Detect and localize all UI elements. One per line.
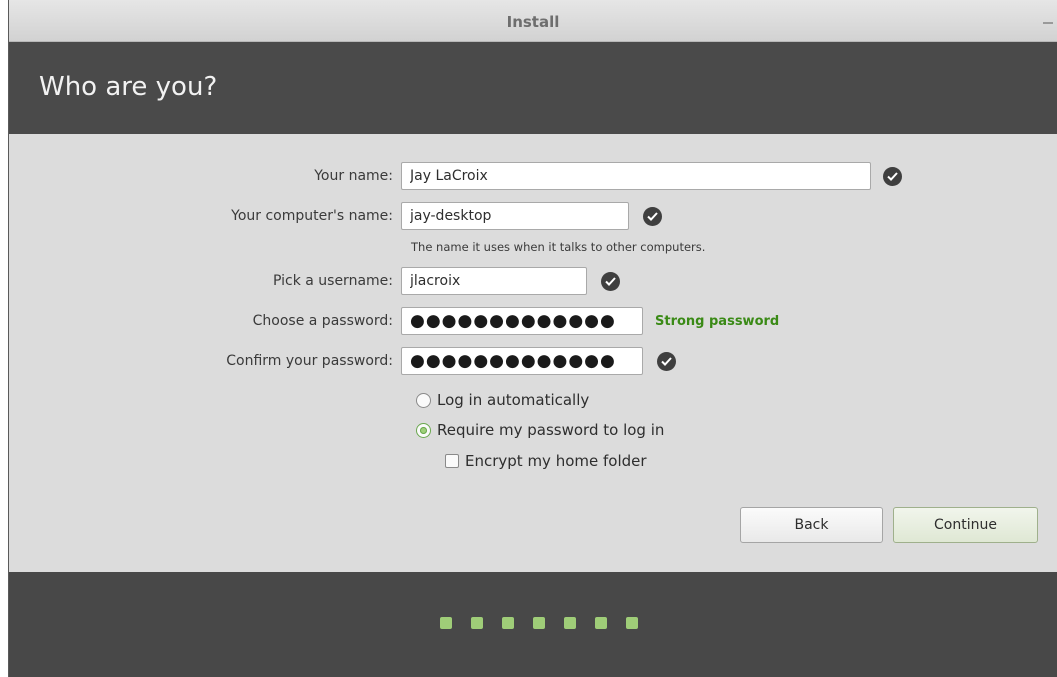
name-label: Your name:: [314, 168, 393, 184]
progress-step-dot: [595, 617, 607, 629]
computer-name-valid-icon: [643, 206, 662, 226]
name-row: Your name:: [9, 162, 902, 190]
username-label: Pick a username:: [272, 273, 393, 289]
password-label: Choose a password:: [252, 313, 393, 329]
minimize-icon[interactable]: [1043, 22, 1053, 24]
username-valid-icon: [601, 271, 620, 291]
title-bar[interactable]: Install: [9, 0, 1057, 42]
window-title: Install: [506, 13, 560, 31]
login-auto-label: Log in automatically: [437, 391, 590, 409]
installer-window: Install Who are you? Your name: Your com…: [8, 0, 1057, 677]
name-valid-icon: [883, 166, 902, 186]
username-row: Pick a username:: [9, 267, 620, 295]
computer-name-hint: The name it uses when it talks to other …: [411, 240, 706, 254]
progress-step-dot: [471, 617, 483, 629]
confirm-password-valid-icon: [657, 351, 676, 371]
computer-name-label: Your computer's name:: [231, 208, 393, 224]
progress-step-dot: [533, 617, 545, 629]
computer-name-input[interactable]: [401, 202, 629, 230]
require-password-option[interactable]: Require my password to log in: [416, 421, 664, 439]
encrypt-home-option[interactable]: Encrypt my home folder: [445, 452, 647, 470]
confirm-password-input[interactable]: ●●●●●●●●●●●●●: [401, 347, 643, 375]
page-title: Who are you?: [39, 72, 218, 102]
password-row: Choose a password: ●●●●●●●●●●●●● Strong …: [9, 307, 779, 335]
progress-step-dot: [626, 617, 638, 629]
progress-step-dot: [502, 617, 514, 629]
progress-footer: [9, 572, 1057, 677]
progress-indicator: [440, 617, 638, 629]
user-form: Your name: Your computer's name: The nam…: [9, 134, 1057, 572]
continue-button[interactable]: Continue: [893, 507, 1038, 543]
login-auto-radio[interactable]: [416, 392, 431, 408]
name-input[interactable]: [401, 162, 871, 190]
back-button[interactable]: Back: [740, 507, 883, 543]
require-password-label: Require my password to log in: [437, 421, 665, 439]
confirm-password-label: Confirm your password:: [226, 353, 393, 369]
progress-step-dot: [440, 617, 452, 629]
page-header: Who are you?: [9, 42, 1057, 134]
progress-step-dot: [564, 617, 576, 629]
login-auto-option[interactable]: Log in automatically: [416, 391, 589, 409]
encrypt-home-checkbox[interactable]: [445, 454, 459, 468]
require-password-radio[interactable]: [416, 422, 431, 438]
password-strength-label: Strong password: [655, 313, 780, 329]
username-input[interactable]: [401, 267, 587, 295]
password-input[interactable]: ●●●●●●●●●●●●●: [401, 307, 643, 335]
computer-name-row: Your computer's name:: [9, 202, 662, 230]
encrypt-home-label: Encrypt my home folder: [465, 452, 647, 470]
confirm-password-row: Confirm your password: ●●●●●●●●●●●●●: [9, 347, 676, 375]
